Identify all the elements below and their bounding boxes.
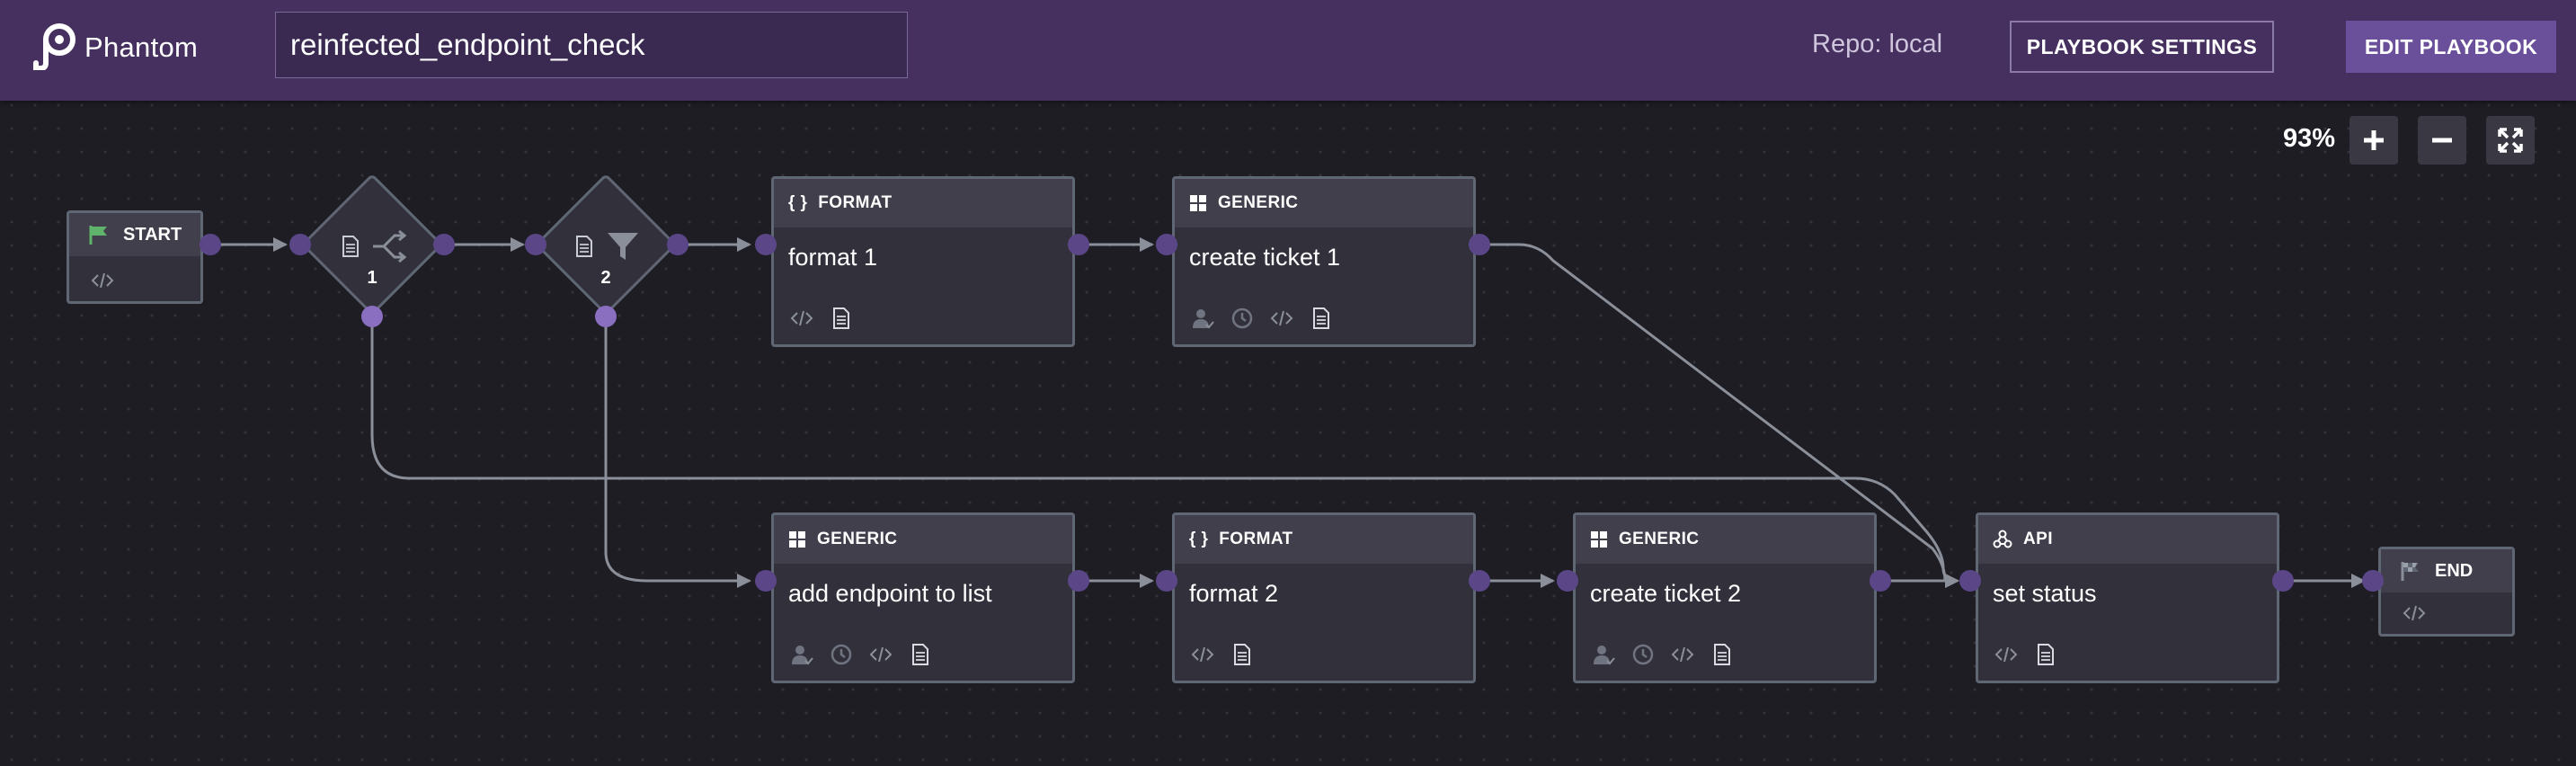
start-node[interactable]: START <box>67 210 203 304</box>
code-icon[interactable] <box>2401 600 2428 627</box>
document-icon[interactable] <box>1308 305 1335 332</box>
user-check-icon[interactable] <box>1590 641 1617 668</box>
node-type-label: GENERIC <box>1619 530 1700 548</box>
endpoint-output-port[interactable] <box>1068 570 1089 592</box>
start-label: START <box>123 224 182 245</box>
format-1-output-port[interactable] <box>1068 234 1089 255</box>
node-type-label: FORMAT <box>1219 530 1293 548</box>
code-icon[interactable] <box>89 267 116 294</box>
code-icon[interactable] <box>867 641 894 668</box>
ticket-1-input-port[interactable] <box>1156 234 1177 255</box>
node-type-label: FORMAT <box>818 193 893 212</box>
node-type-label: API <box>2023 530 2053 548</box>
node-type-label: GENERIC <box>817 530 898 548</box>
format-2-input-port[interactable] <box>1156 570 1177 592</box>
endpoint-input-port[interactable] <box>755 570 777 592</box>
create-ticket-1-node[interactable]: GENERIC create ticket 1 <box>1172 176 1476 347</box>
set-status-output-port[interactable] <box>2272 570 2294 592</box>
node-name: create ticket 1 <box>1189 244 1341 271</box>
grid-icon <box>1189 194 1207 212</box>
clock-icon[interactable] <box>1630 641 1657 668</box>
grid-icon <box>788 530 806 548</box>
filter-2-input-port[interactable] <box>525 234 546 255</box>
document-icon[interactable] <box>2032 641 2059 668</box>
clock-icon[interactable] <box>1229 305 1256 332</box>
format-2-output-port[interactable] <box>1469 570 1490 592</box>
code-icon[interactable] <box>788 305 815 332</box>
filter-2-bottom-port[interactable] <box>595 306 617 327</box>
flag-icon <box>89 226 107 245</box>
grid-icon <box>1590 530 1608 548</box>
node-name: set status <box>1993 580 2097 607</box>
api-icon <box>1993 530 2012 549</box>
add-endpoint-node[interactable]: GENERIC add endpoint to list <box>771 512 1075 683</box>
code-icon[interactable] <box>1268 305 1295 332</box>
user-check-icon[interactable] <box>1189 305 1216 332</box>
ticket-2-input-port[interactable] <box>1557 570 1578 592</box>
format-1-node[interactable]: { } FORMAT format 1 <box>771 176 1075 347</box>
braces-icon: { } <box>1189 530 1209 548</box>
set-status-input-port[interactable] <box>1959 570 1981 592</box>
format-1-input-port[interactable] <box>755 234 777 255</box>
set-status-node[interactable]: API set status <box>1976 512 2279 683</box>
document-icon[interactable] <box>828 305 855 332</box>
decision-1-input-port[interactable] <box>289 234 311 255</box>
node-name: add endpoint to list <box>788 580 992 607</box>
node-name: format 2 <box>1189 580 1279 607</box>
user-check-icon[interactable] <box>788 641 815 668</box>
wire-filter-to-endpoint <box>604 316 751 588</box>
start-output-port[interactable] <box>200 234 221 255</box>
document-icon[interactable] <box>1709 641 1736 668</box>
ticket-2-output-port[interactable] <box>1870 570 1891 592</box>
decision-1-output-port[interactable] <box>433 234 455 255</box>
ticket-1-output-port[interactable] <box>1469 234 1490 255</box>
filter-2-output-port[interactable] <box>667 234 688 255</box>
code-icon[interactable] <box>1189 641 1216 668</box>
end-label: END <box>2435 560 2474 581</box>
format-2-node[interactable]: { } FORMAT format 2 <box>1172 512 1476 683</box>
node-type-label: GENERIC <box>1218 193 1299 212</box>
document-icon[interactable] <box>1229 641 1256 668</box>
end-node[interactable]: END <box>2378 547 2515 637</box>
decision-1-bottom-port[interactable] <box>361 306 383 327</box>
checkered-flag-icon <box>2401 562 2419 581</box>
braces-icon: { } <box>788 193 808 212</box>
code-icon[interactable] <box>1993 641 2020 668</box>
document-icon[interactable] <box>907 641 934 668</box>
end-input-port[interactable] <box>2362 570 2384 592</box>
node-name: create ticket 2 <box>1590 580 1742 607</box>
code-icon[interactable] <box>1669 641 1696 668</box>
node-name: format 1 <box>788 244 878 271</box>
create-ticket-2-node[interactable]: GENERIC create ticket 2 <box>1573 512 1877 683</box>
clock-icon[interactable] <box>828 641 855 668</box>
